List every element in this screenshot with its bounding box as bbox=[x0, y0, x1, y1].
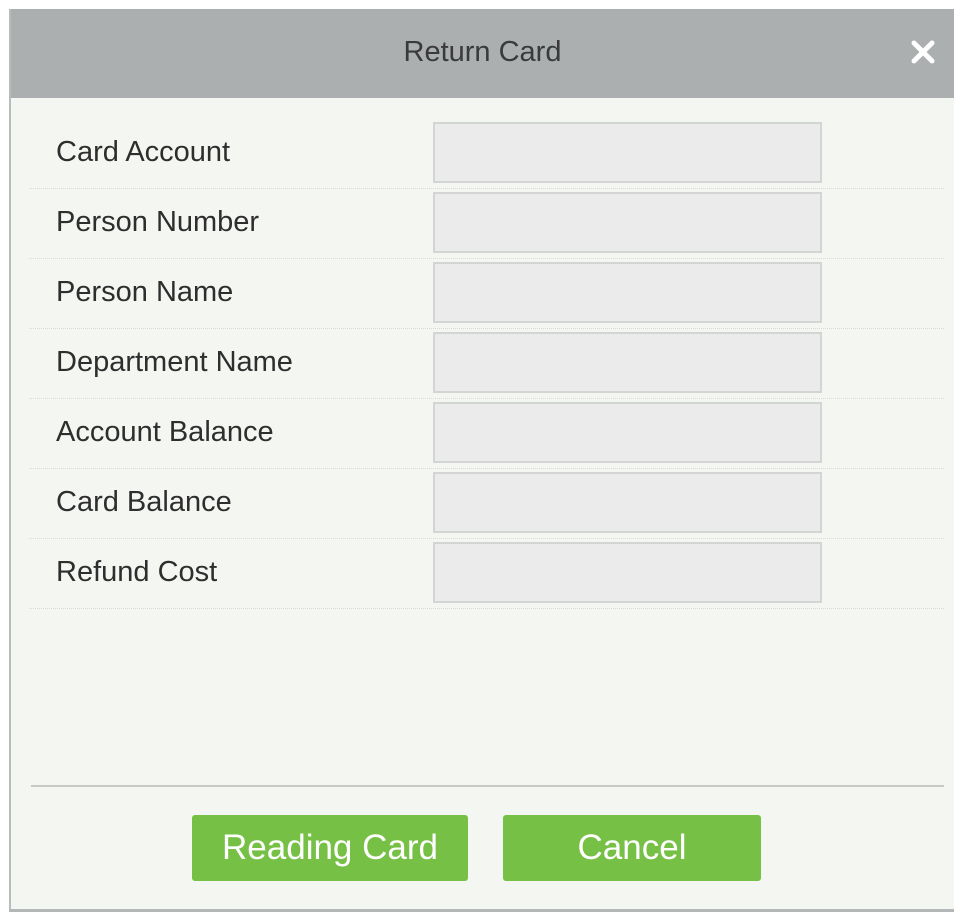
field-row-refund-cost: Refund Cost bbox=[29, 540, 944, 609]
card-account-label: Card Account bbox=[56, 136, 231, 168]
field-row-card-balance: Card Balance bbox=[29, 470, 944, 539]
person-number-input[interactable] bbox=[433, 192, 822, 253]
field-row-person-number: Person Number bbox=[29, 190, 944, 259]
return-card-dialog: Return Card Card Account Person Number P… bbox=[9, 9, 954, 912]
person-name-label: Person Name bbox=[56, 276, 234, 308]
person-number-label: Person Number bbox=[56, 206, 260, 238]
cancel-button[interactable]: Cancel bbox=[503, 815, 761, 881]
field-row-card-account: Card Account bbox=[29, 120, 944, 189]
card-balance-label: Card Balance bbox=[56, 486, 232, 518]
dialog-title: Return Card bbox=[403, 36, 562, 68]
reading-card-button[interactable]: Reading Card bbox=[192, 815, 468, 881]
refund-cost-input[interactable] bbox=[433, 542, 822, 603]
department-name-input[interactable] bbox=[433, 332, 822, 393]
dialog-titlebar: Return Card bbox=[11, 9, 954, 98]
return-card-form: Card Account Person Number Person Name D… bbox=[29, 120, 944, 610]
field-row-department-name: Department Name bbox=[29, 330, 944, 399]
close-icon[interactable] bbox=[906, 35, 940, 69]
field-row-account-balance: Account Balance bbox=[29, 400, 944, 469]
refund-cost-label: Refund Cost bbox=[56, 556, 218, 588]
card-account-input[interactable] bbox=[433, 122, 822, 183]
card-balance-input[interactable] bbox=[433, 472, 822, 533]
account-balance-label: Account Balance bbox=[56, 416, 274, 448]
account-balance-input[interactable] bbox=[433, 402, 822, 463]
footer-divider bbox=[31, 785, 944, 787]
field-row-person-name: Person Name bbox=[29, 260, 944, 329]
person-name-input[interactable] bbox=[433, 262, 822, 323]
department-name-label: Department Name bbox=[56, 346, 293, 378]
